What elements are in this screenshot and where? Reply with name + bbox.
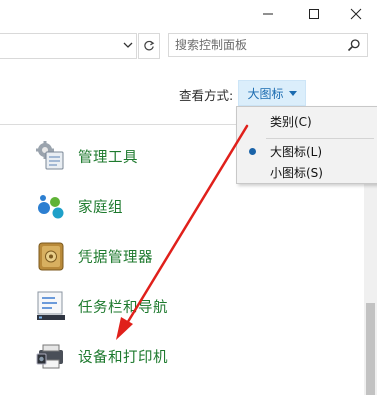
item-label: 家庭组 — [78, 199, 123, 216]
caret-down-icon — [288, 91, 297, 96]
address-bar[interactable] — [0, 33, 137, 59]
item-label: 管理工具 — [78, 149, 138, 166]
close-button[interactable] — [333, 0, 377, 28]
view-by-label: 查看方式: — [179, 88, 234, 103]
taskbar-navigation-icon — [34, 289, 68, 323]
item-devices-printers[interactable]: 设备和打印机 — [34, 335, 168, 377]
view-by-selected: 大图标 — [247, 86, 284, 101]
view-by-dropdown[interactable]: 大图标 — [238, 80, 306, 106]
maximize-button[interactable] — [291, 0, 337, 28]
item-admin-tools[interactable]: 管理工具 — [34, 135, 138, 177]
item-homegroup[interactable]: 家庭组 — [34, 185, 123, 227]
chevron-down-icon — [123, 42, 133, 48]
search-box[interactable] — [168, 33, 368, 57]
credential-manager-icon — [34, 239, 68, 273]
minimize-button[interactable] — [245, 0, 291, 28]
scrollbar-thumb[interactable] — [366, 303, 375, 395]
radio-selected-icon — [249, 148, 256, 155]
item-label: 凭据管理器 — [78, 249, 153, 266]
menu-separator — [266, 138, 374, 139]
item-label: 任务栏和导航 — [78, 299, 168, 316]
menu-item-category[interactable]: 类别(C) — [237, 110, 377, 132]
address-dropdown-button[interactable] — [120, 33, 136, 57]
menu-item-large-icons[interactable]: 大图标(L) — [237, 140, 377, 162]
item-credential-manager[interactable]: 凭据管理器 — [34, 235, 153, 277]
refresh-button[interactable] — [138, 33, 160, 59]
admin-tools-icon — [34, 139, 68, 173]
refresh-icon — [144, 40, 155, 51]
search-input[interactable] — [175, 34, 335, 56]
homegroup-icon — [34, 189, 68, 223]
item-taskbar-navigation[interactable]: 任务栏和导航 — [34, 285, 168, 327]
maximize-icon — [309, 9, 319, 19]
minimize-icon — [263, 13, 273, 15]
item-label: 设备和打印机 — [78, 349, 168, 366]
search-icon[interactable] — [347, 38, 361, 52]
view-by-menu: 类别(C) 大图标(L) 小图标(S) — [236, 106, 377, 184]
close-icon — [350, 8, 362, 20]
devices-printers-icon — [34, 339, 68, 373]
menu-item-small-icons[interactable]: 小图标(S) — [237, 161, 377, 183]
